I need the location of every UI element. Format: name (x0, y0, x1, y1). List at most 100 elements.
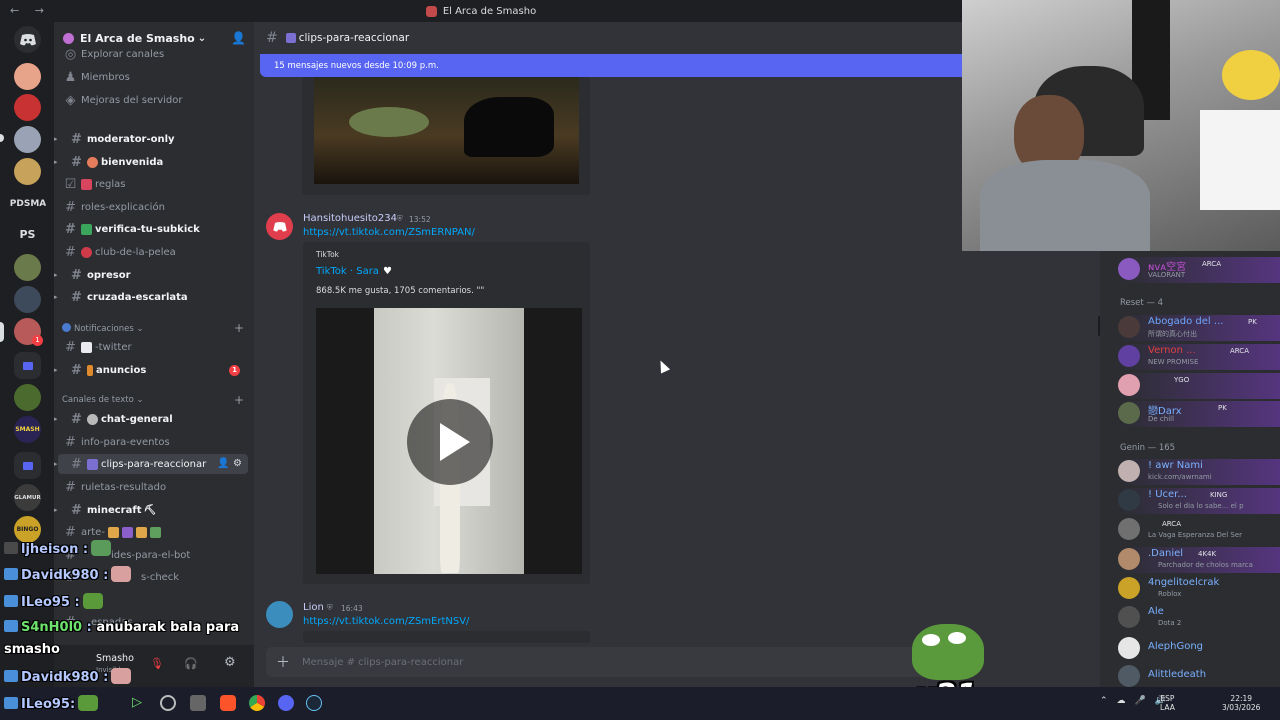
video-thumbnail[interactable] (314, 77, 579, 184)
chat-main: # clips-para-reaccionar 15 mensajes nuev… (254, 22, 1112, 687)
discord-home-icon[interactable] (14, 26, 41, 53)
embed-description: 868.5K me gusta, 1705 comentarios. "" (316, 286, 485, 296)
message-author[interactable]: Lion (303, 602, 324, 613)
channel-verifica-tu-subkick[interactable]: # verifica-tu-subkick (58, 219, 248, 239)
language-indicator[interactable]: ESP LAA (1160, 694, 1175, 712)
play-button[interactable] (407, 399, 493, 485)
explore-channels[interactable]: ◎ Explorar canales (58, 47, 248, 61)
server-avatar-6[interactable] (14, 286, 41, 313)
member-item[interactable]: 4ngelitoelcrak Roblox (1118, 576, 1280, 602)
channel-club-de-la-pelea[interactable]: # club-de-la-pelea (58, 242, 248, 262)
taskbar: ILeo95: ▷ ⌃☁🎤🔊 ESP LAA 22:19 3/03/2026 (0, 687, 1280, 720)
server-avatar-7[interactable] (14, 384, 41, 411)
hash-icon: # (65, 199, 76, 215)
server-pdsma[interactable]: PDSMA (10, 190, 46, 217)
chat-overlay-bottom: ILeo95: (0, 687, 99, 720)
nav-arrows[interactable]: ← → (10, 4, 50, 17)
caret-icon: ▸ (54, 158, 58, 166)
folder-icon-2[interactable] (14, 452, 41, 479)
server-badge-icon (63, 33, 74, 44)
member-item[interactable]: Alittledeath (1118, 664, 1280, 687)
caret-icon: ▸ (54, 460, 58, 468)
server-avatar-3[interactable] (14, 126, 41, 153)
chrome-icon[interactable] (249, 695, 265, 711)
webcam-feed (962, 0, 1280, 251)
member-item[interactable]: Ale Dota 2 (1118, 605, 1280, 631)
clapper-emoji-icon (285, 32, 296, 43)
tiktok-embed: TikTok TikTok · Sara ♥ 868.5K me gusta, … (303, 242, 590, 584)
channel-twitter[interactable]: # -twitter (58, 337, 248, 357)
new-messages-bar[interactable]: 15 mensajes nuevos desde 10:09 p.m. (260, 54, 962, 77)
server-glamur[interactable]: GLAMUR (14, 484, 41, 511)
channel-roles-explicacion[interactable]: # roles-explicación (58, 197, 248, 217)
message-time: 13:52 (409, 215, 431, 224)
member-item[interactable]: .Daniel 4K4K Parchador de cholos marca (1118, 547, 1280, 573)
members-link[interactable]: ♟ Miembros (58, 67, 248, 87)
server-ps[interactable]: PS (14, 221, 41, 248)
steam-icon[interactable] (306, 695, 322, 711)
frog-eye-icon (922, 634, 940, 646)
avatar (1118, 665, 1140, 687)
app-icon[interactable] (160, 695, 176, 711)
add-channel-icon[interactable]: + (234, 393, 244, 407)
member-item[interactable]: Abogado del ... PK 所谓的真心付出 (1118, 315, 1280, 341)
emote-icon (78, 695, 99, 711)
server-boost-link[interactable]: ◈ Mejoras del servidor (58, 90, 248, 110)
channel-chat-general[interactable]: ▸ # chat-general (54, 409, 248, 429)
member-item[interactable]: 戀Darx PK De chill (1118, 401, 1280, 427)
channel-opresor[interactable]: ▸ # opresor (54, 265, 248, 285)
play-app-icon[interactable]: ▷ (132, 695, 148, 711)
clock[interactable]: 22:19 3/03/2026 (1222, 694, 1260, 712)
embed-title[interactable]: TikTok · Sara (316, 266, 379, 277)
member-item[interactable]: ! awr Nami kick.com/awrnami (1118, 459, 1280, 485)
badge-icon (4, 620, 18, 632)
channel-cruzada-escarlata[interactable]: ▸ # cruzada-escarlata (54, 287, 248, 307)
message-link[interactable]: https://vt.tiktok.com/ZSmErtNSV/ (303, 616, 469, 627)
channel-minecraft[interactable]: ▸ # minecraft ⛏ (54, 500, 248, 520)
member-item[interactable]: AlephGong (1118, 636, 1280, 662)
server-avatar-5[interactable] (14, 254, 41, 281)
message-link[interactable]: https://vt.tiktok.com/ZSmERNPAN/ (303, 227, 475, 238)
server-smash[interactable]: SMASH (14, 416, 41, 443)
hash-icon: # (65, 479, 76, 495)
member-group-header: Genin — 165 (1120, 443, 1176, 453)
message-author[interactable]: Hansitohuesito234 (303, 213, 397, 224)
title-bar: ← → El Arca de Smasho (0, 0, 962, 22)
server-avatar-1[interactable] (14, 63, 41, 90)
avatar (1118, 577, 1140, 599)
channel-moderator-only[interactable]: ▸ # moderator-only (54, 129, 248, 149)
member-item[interactable]: ɴᴠᴀ空宮 ARCA VALORANT (1118, 257, 1280, 283)
add-user-icon[interactable]: 👤 (231, 31, 246, 45)
member-item[interactable]: ARCA La Vaga Esperanza Del Ser (1118, 517, 1280, 543)
discord-logo-icon (272, 221, 287, 231)
category-canales-de-texto[interactable]: Canales de texto ⌄ + (62, 393, 244, 407)
add-channel-icon[interactable]: + (234, 321, 244, 335)
server-icon (425, 5, 437, 17)
category-notificaciones[interactable]: Notificaciones ⌄ + (62, 321, 244, 335)
smile-emoji-icon (87, 156, 98, 168)
folder-icon[interactable] (14, 352, 41, 379)
emote-icon (111, 566, 132, 582)
member-item[interactable]: Vernon ... ARCA NEW PROMISE (1118, 344, 1280, 370)
server-avatar-4[interactable] (14, 158, 41, 185)
hash-icon: # (71, 456, 82, 472)
channel-info-para-eventos[interactable]: # info-para-eventos (58, 432, 248, 452)
video-player[interactable] (316, 308, 582, 574)
member-item[interactable]: ! Ucer... KING Solo el dia lo sabe... el… (1118, 488, 1280, 514)
channel-reglas[interactable]: ☑ reglas (58, 174, 248, 194)
avatar (1118, 258, 1140, 280)
member-item[interactable]: YGO (1118, 373, 1280, 399)
channel-ruletas-resultado[interactable]: # ruletas-resultado (58, 477, 248, 497)
channel-bienvenida[interactable]: ▸ # bienvenida (54, 152, 248, 172)
brave-icon[interactable] (220, 695, 236, 711)
discord-taskbar-icon[interactable] (278, 695, 294, 711)
server-avatar-2[interactable] (14, 94, 41, 121)
discord-logo-icon (19, 33, 36, 45)
channel-settings-icons[interactable]: 👤 ⚙ (217, 458, 242, 469)
app-icon[interactable] (190, 695, 206, 711)
paper-emoji-icon (81, 341, 92, 353)
channel-clips-para-reaccionar[interactable]: ▸ # clips-para-reaccionar 👤 ⚙ (54, 454, 248, 474)
avatar[interactable] (266, 213, 293, 240)
hash-icon: # (71, 289, 82, 305)
channel-anuncios[interactable]: ▸ # anuncios 1 (54, 360, 248, 380)
